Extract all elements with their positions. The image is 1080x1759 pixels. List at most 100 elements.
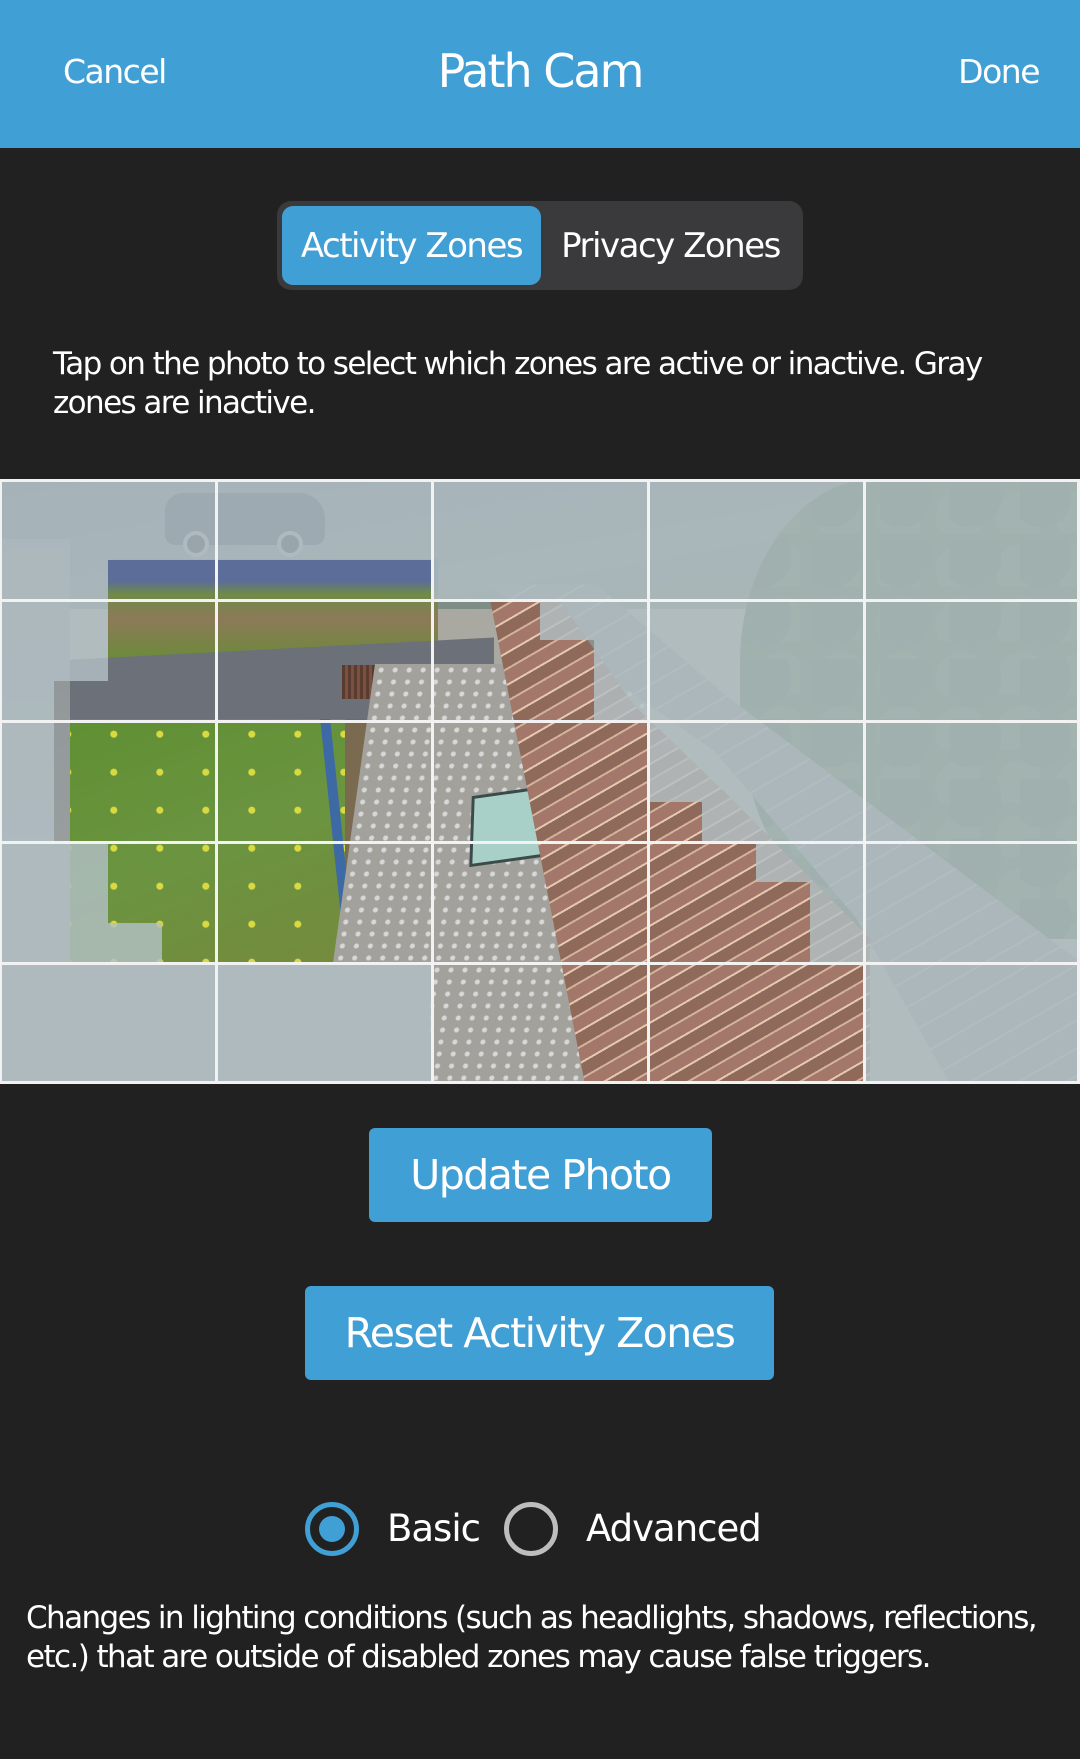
zone-cell-inactive[interactable] <box>648 720 702 762</box>
zone-cell-inactive[interactable] <box>810 599 864 641</box>
zone-cell-active[interactable] <box>108 721 162 761</box>
zone-cell-active[interactable] <box>486 882 540 922</box>
zone-cell-inactive[interactable] <box>810 559 864 600</box>
zone-cell-inactive[interactable] <box>810 680 864 721</box>
zone-cell-active[interactable] <box>324 721 378 761</box>
zone-cell-inactive[interactable] <box>54 1043 108 1084</box>
zone-cell-inactive[interactable] <box>378 519 432 560</box>
zone-cell-inactive[interactable] <box>702 519 756 560</box>
zone-cell-inactive[interactable] <box>0 640 54 681</box>
zone-cell-active[interactable] <box>108 802 162 842</box>
zone-cell-inactive[interactable] <box>648 761 702 802</box>
zone-cell-active[interactable] <box>270 721 324 761</box>
zone-cell-inactive[interactable] <box>864 922 918 963</box>
zone-cell-inactive[interactable] <box>756 720 810 762</box>
zone-cell-inactive[interactable] <box>0 720 54 762</box>
zone-cell-active[interactable] <box>648 802 702 842</box>
zone-cell-active[interactable] <box>216 882 270 922</box>
zone-cell-active[interactable] <box>756 1044 810 1084</box>
zone-cell-active[interactable] <box>540 842 594 882</box>
zone-cell-inactive[interactable] <box>756 841 810 883</box>
zone-cell-active[interactable] <box>324 923 378 963</box>
zone-cell-inactive[interactable] <box>756 519 810 560</box>
zone-cell-inactive[interactable] <box>432 479 486 520</box>
zone-cell-inactive[interactable] <box>432 559 486 600</box>
zone-cell-inactive[interactable] <box>540 599 594 641</box>
zone-cell-inactive[interactable] <box>918 680 972 721</box>
zone-cell-inactive[interactable] <box>810 801 864 842</box>
zone-cell-inactive[interactable] <box>918 761 972 802</box>
zone-cell-active[interactable] <box>108 560 162 600</box>
zone-cell-inactive[interactable] <box>216 519 270 560</box>
zone-cell-inactive[interactable] <box>594 519 648 560</box>
zone-cell-inactive[interactable] <box>864 599 918 641</box>
zone-cell-inactive[interactable] <box>0 680 54 721</box>
zone-cell-active[interactable] <box>486 1003 540 1043</box>
zone-cell-inactive[interactable] <box>0 1003 54 1044</box>
zone-cell-inactive[interactable] <box>54 1003 108 1044</box>
zone-cell-inactive[interactable] <box>648 640 702 681</box>
zone-cell-inactive[interactable] <box>864 519 918 560</box>
zone-cell-active[interactable] <box>378 721 432 761</box>
zone-cell-active[interactable] <box>594 802 648 842</box>
zone-cell-inactive[interactable] <box>54 841 108 883</box>
tab-activity-zones[interactable]: Activity Zones <box>282 206 541 285</box>
zone-cell-inactive[interactable] <box>54 559 108 600</box>
zone-cell-inactive[interactable] <box>648 479 702 520</box>
zone-cell-active[interactable] <box>702 1044 756 1084</box>
zone-cell-inactive[interactable] <box>864 1003 918 1044</box>
zone-cell-inactive[interactable] <box>0 962 54 1004</box>
zone-cell-inactive[interactable] <box>972 479 1026 520</box>
zone-cell-active[interactable] <box>108 842 162 882</box>
zone-cell-active[interactable] <box>270 923 324 963</box>
zone-cell-inactive[interactable] <box>1026 1003 1080 1044</box>
zone-cell-inactive[interactable] <box>918 841 972 883</box>
zone-cell-inactive[interactable] <box>1026 922 1080 963</box>
zone-cell-inactive[interactable] <box>0 1043 54 1084</box>
zone-cell-inactive[interactable] <box>972 922 1026 963</box>
zone-cell-inactive[interactable] <box>648 559 702 600</box>
zone-cell-inactive[interactable] <box>1026 599 1080 641</box>
zone-cell-inactive[interactable] <box>162 1003 216 1044</box>
zone-cell-active[interactable] <box>216 842 270 882</box>
zone-cell-inactive[interactable] <box>918 1043 972 1084</box>
zone-cell-inactive[interactable] <box>162 479 216 520</box>
zone-cell-inactive[interactable] <box>756 479 810 520</box>
zone-cell-inactive[interactable] <box>756 801 810 842</box>
zone-cell-active[interactable] <box>162 761 216 801</box>
zone-cell-inactive[interactable] <box>810 519 864 560</box>
zone-cell-active[interactable] <box>216 761 270 801</box>
zone-cell-active[interactable] <box>594 721 648 761</box>
zone-cell-inactive[interactable] <box>324 479 378 520</box>
zone-cell-inactive[interactable] <box>270 1003 324 1044</box>
zone-cell-inactive[interactable] <box>972 680 1026 721</box>
zone-cell-active[interactable] <box>270 681 324 721</box>
zone-cell-inactive[interactable] <box>756 680 810 721</box>
zone-cell-active[interactable] <box>432 640 486 680</box>
zone-cell-active[interactable] <box>486 721 540 761</box>
zone-cell-active[interactable] <box>594 963 648 1003</box>
zone-cell-inactive[interactable] <box>1026 1043 1080 1084</box>
zone-cell-inactive[interactable] <box>702 599 756 641</box>
zone-cell-inactive[interactable] <box>918 519 972 560</box>
zone-cell-inactive[interactable] <box>702 479 756 520</box>
zone-cell-active[interactable] <box>756 923 810 963</box>
zone-cell-active[interactable] <box>216 802 270 842</box>
zone-cell-inactive[interactable] <box>918 801 972 842</box>
zone-cell-active[interactable] <box>432 600 486 640</box>
zone-cell-inactive[interactable] <box>972 640 1026 681</box>
zone-cell-inactive[interactable] <box>810 640 864 681</box>
zone-cell-inactive[interactable] <box>756 761 810 802</box>
zone-cell-inactive[interactable] <box>972 1043 1026 1084</box>
zone-cell-inactive[interactable] <box>54 922 108 963</box>
zone-cell-active[interactable] <box>378 600 432 640</box>
camera-snapshot-zone-grid[interactable] <box>0 479 1080 1084</box>
zone-cell-inactive[interactable] <box>594 559 648 600</box>
advanced-radio[interactable] <box>504 1502 558 1556</box>
zone-cell-active[interactable] <box>378 923 432 963</box>
zone-cell-active[interactable] <box>432 761 486 801</box>
zone-cell-inactive[interactable] <box>918 720 972 762</box>
zone-cell-active[interactable] <box>486 600 540 640</box>
zone-cell-active[interactable] <box>486 1044 540 1084</box>
zone-cell-active[interactable] <box>54 802 108 842</box>
